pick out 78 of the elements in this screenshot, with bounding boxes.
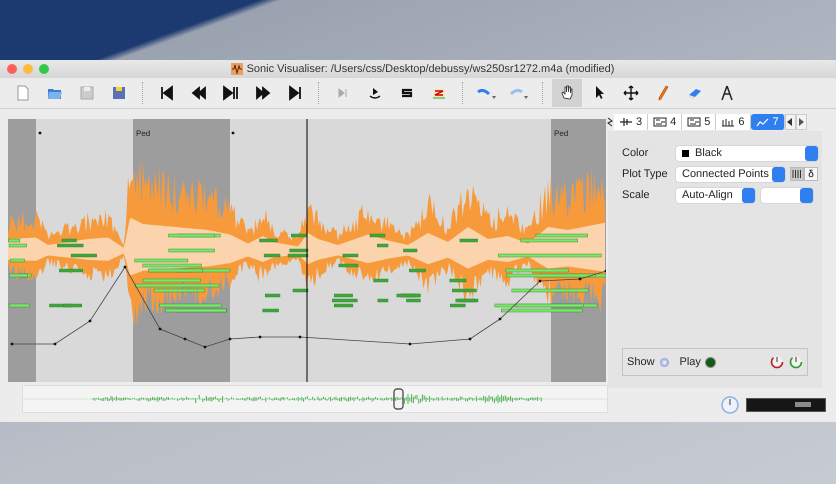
pane-canvas[interactable]: Ped Ped	[8, 119, 606, 382]
note-bar	[264, 254, 280, 258]
note-bar	[378, 298, 388, 302]
layer-tab-icon[interactable]	[606, 117, 614, 127]
note-bar	[265, 294, 280, 298]
app-icon	[230, 63, 243, 75]
curve-point	[498, 318, 502, 320]
gain-knob-icon[interactable]	[770, 355, 784, 369]
note-bar	[403, 248, 418, 252]
right-arrow-icon	[798, 118, 804, 126]
unit-dropdown[interactable]	[761, 188, 813, 202]
layer-tab[interactable]: 3	[614, 114, 648, 130]
curve-point	[88, 320, 92, 322]
curve-point	[10, 342, 14, 346]
curve-point	[204, 346, 206, 348]
layer-type-icon	[653, 117, 668, 127]
play-toggle[interactable]	[706, 358, 715, 366]
tab-scroll-right-button[interactable]	[796, 114, 807, 130]
pedal-label: Ped	[136, 129, 150, 138]
layer-tab[interactable]: 6	[716, 114, 750, 130]
note-bar	[10, 258, 25, 262]
curve-point	[228, 338, 232, 340]
curve-point	[158, 328, 162, 330]
curve-point	[578, 278, 582, 280]
left-arrow-icon	[787, 118, 794, 126]
curve-point	[408, 342, 412, 346]
slider-thumb[interactable]	[795, 402, 812, 407]
delta-toggle-button[interactable]: δ	[804, 167, 818, 181]
layer-type-icon	[619, 117, 633, 127]
note-bar	[374, 278, 388, 282]
note-bar	[450, 278, 466, 282]
layer-type-icon	[721, 117, 736, 127]
layer-tab[interactable]: 4	[648, 114, 682, 130]
curve-point	[124, 266, 126, 268]
property-label: Plot Type	[622, 168, 669, 180]
note-bar	[409, 268, 426, 272]
note-bar	[59, 268, 83, 272]
hand-tool-icon[interactable]	[552, 79, 582, 107]
pedal-label: Ped	[554, 129, 568, 138]
curve-point	[468, 338, 472, 340]
window-title: Sonic Visualiser: /Users/css/Desktop/debussy/ws250sr1272.m4a (modified)	[246, 63, 614, 75]
property-label: Scale	[622, 189, 651, 201]
note-bar	[291, 234, 306, 238]
play-label: Play	[680, 356, 701, 368]
curve-point	[258, 336, 262, 338]
note-bar	[262, 308, 279, 312]
note-bar	[259, 238, 278, 242]
note-bar	[342, 254, 358, 258]
curve-point	[184, 338, 186, 340]
note-bar	[70, 254, 97, 258]
instant-marker	[38, 132, 42, 134]
note-bar	[292, 288, 308, 292]
note-bar	[8, 304, 30, 308]
plot-type-dropdown[interactable]: Connected Points	[676, 166, 785, 182]
pan-knob-icon[interactable]	[789, 355, 803, 369]
property-label: Color	[622, 147, 650, 159]
note-bar	[338, 264, 358, 268]
layer-tab[interactable]: 5	[682, 114, 716, 130]
note-bar	[168, 248, 215, 252]
layer-tab[interactable]: 7	[750, 114, 785, 130]
note-bar	[377, 244, 388, 248]
note-bar	[370, 234, 386, 238]
overview-handle[interactable]	[393, 388, 404, 410]
layer-type-icon	[756, 117, 770, 127]
note-bar	[460, 238, 478, 242]
bars-toggle-button[interactable]	[790, 167, 804, 181]
speed-slider[interactable]	[746, 398, 826, 412]
show-label: Show	[627, 356, 655, 368]
curve-point	[54, 342, 56, 346]
curve-point	[298, 336, 302, 338]
layer-type-icon	[687, 117, 702, 127]
show-toggle[interactable]	[660, 358, 669, 366]
scale-dropdown[interactable]: Auto-Align	[676, 188, 755, 202]
curve-point	[538, 280, 542, 282]
color-dropdown[interactable]: Black	[676, 146, 818, 160]
note-bar	[452, 288, 477, 292]
instant-marker	[232, 132, 234, 134]
tab-scroll-left-button[interactable]	[784, 114, 796, 130]
